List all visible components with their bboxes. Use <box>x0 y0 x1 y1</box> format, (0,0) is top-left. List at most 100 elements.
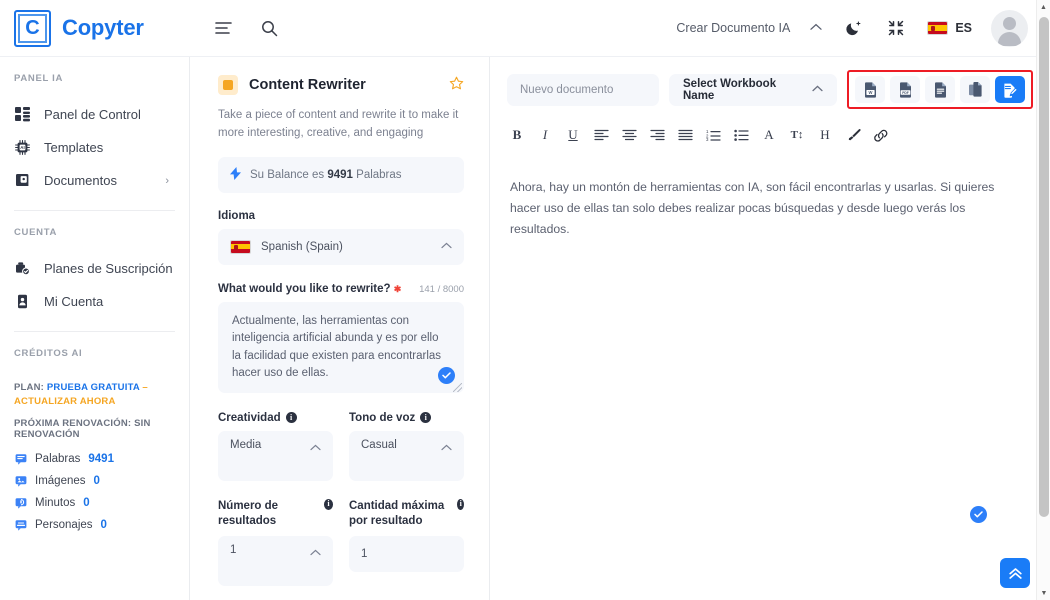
workbook-label: Select Workbook Name <box>683 77 777 102</box>
align-justify-button[interactable] <box>675 124 695 146</box>
rewriter-badge-icon <box>218 75 238 95</box>
sidebar-item-planes-de-suscripcion[interactable]: Planes de Suscripción <box>0 252 189 285</box>
creativity-field: Creatividad i Media <box>218 412 333 499</box>
check-badge-icon[interactable] <box>970 506 987 523</box>
menu-collapse-icon[interactable] <box>211 16 235 40</box>
credit-value: 0 <box>100 519 107 531</box>
credits-section: CRÉDITOS AI PLAN: PRUEBA GRATUITA – ACTU… <box>0 348 189 532</box>
brand-zone[interactable]: C Copyter <box>0 0 190 56</box>
chevron-up-icon <box>812 84 823 95</box>
chevron-up-icon <box>310 443 321 454</box>
sidebar-item-mi-cuenta[interactable]: Mi Cuenta <box>0 285 189 318</box>
check-badge-icon[interactable] <box>438 366 455 384</box>
italic-button[interactable]: I <box>535 124 555 146</box>
tool-description: Take a piece of content and rewrite it t… <box>218 109 459 139</box>
credit-name: Palabras <box>35 453 81 465</box>
info-icon[interactable]: i <box>285 412 297 424</box>
results-row: Número de resultados i 1 Cantidad máxima… <box>218 498 464 600</box>
credit-value: 0 <box>83 497 90 509</box>
font-color-button[interactable]: A <box>759 124 779 146</box>
tone-field: Tono de voz i Casual <box>349 412 464 499</box>
align-left-button[interactable] <box>591 124 611 146</box>
document-content: Ahora, hay un montón de herramientas con… <box>510 180 995 236</box>
scrollbar-up-arrow[interactable]: ▲ <box>1037 0 1050 14</box>
sidebar-divider-2 <box>14 331 175 332</box>
chevron-right-icon: › <box>165 174 169 187</box>
document-panel: Select Workbook Name W PDF <box>490 57 1036 600</box>
copy-document-button[interactable] <box>960 76 990 103</box>
sidebar-item-label: Documentos <box>44 173 117 188</box>
plan-name: PRUEBA GRATUITA <box>46 382 140 393</box>
language-selector[interactable]: ES <box>927 21 972 35</box>
credit-row-palabras: Palabras 9491 <box>14 453 175 466</box>
underline-button[interactable]: U <box>563 124 583 146</box>
num-results-label: Número de resultados i <box>218 498 333 529</box>
plan-prefix: PLAN: <box>14 382 47 393</box>
sidebar-item-label: Planes de Suscripción <box>44 261 173 276</box>
creativity-select[interactable]: Media <box>218 430 333 481</box>
rewrite-label-row: What would you like to rewrite? ✱ 141 / … <box>218 283 464 295</box>
ordered-list-button[interactable]: 123 <box>703 124 723 146</box>
star-icon[interactable] <box>449 76 464 95</box>
create-document-dropdown[interactable]: Crear Documento IA <box>676 21 822 35</box>
highlight-button[interactable] <box>843 124 863 146</box>
resize-handle[interactable] <box>453 382 462 392</box>
top-right-actions: Crear Documento IA ES <box>676 9 1036 47</box>
moon-icon[interactable] <box>841 16 865 40</box>
balance-text: Su Balance es 9491 Palabras <box>250 169 402 181</box>
creativity-tone-row: Creatividad i Media Tono de voz i Casual <box>218 412 464 499</box>
export-text-button[interactable] <box>925 76 955 103</box>
words-icon <box>14 453 27 466</box>
heading-button[interactable]: H <box>815 124 835 146</box>
credit-row-minutos: Minutos 0 <box>14 497 175 510</box>
max-per-result-label-text: Cantidad máxima por resultado <box>349 499 445 527</box>
app-root: C Copyter Crear Documento IA ES PANEL IA… <box>0 0 1036 600</box>
fullscreen-exit-icon[interactable] <box>884 16 908 40</box>
body-row: PANEL IA Panel de Control AI Templates D… <box>0 57 1036 600</box>
bold-button[interactable]: B <box>507 124 527 146</box>
sidebar-item-templates[interactable]: AI Templates <box>0 131 189 164</box>
language-select[interactable]: Spanish (Spain) <box>218 228 464 265</box>
format-toolbar: B I U 123 A T↕ H <box>490 119 1036 155</box>
scrollbar-thumb[interactable] <box>1039 17 1049 517</box>
spain-flag-icon <box>927 21 949 35</box>
align-center-button[interactable] <box>619 124 639 146</box>
plan-upgrade-link[interactable]: ACTUALIZAR AHORA <box>14 396 116 407</box>
chevron-up-icon <box>310 548 321 559</box>
required-mark: ✱ <box>393 283 402 294</box>
tone-select[interactable]: Casual <box>349 430 464 481</box>
link-button[interactable] <box>871 124 891 146</box>
search-icon[interactable] <box>257 16 281 40</box>
sidebar-item-documentos[interactable]: Documentos › <box>0 164 189 197</box>
document-editor[interactable]: Ahora, hay un montón de herramientas con… <box>490 155 1036 600</box>
num-results-select[interactable]: 1 <box>218 535 333 586</box>
info-icon[interactable]: i <box>323 498 333 510</box>
avatar[interactable] <box>991 9 1028 47</box>
rewrite-textarea-wrap: Actualmente, las herramientas con inteli… <box>218 301 464 393</box>
language-code: ES <box>955 21 972 35</box>
scroll-to-top-button[interactable] <box>1000 558 1030 588</box>
text-size-button[interactable]: T↕ <box>787 124 807 146</box>
workbook-select[interactable]: Select Workbook Name <box>669 73 837 106</box>
page-scrollbar[interactable]: ▲ ▼ <box>1036 0 1050 600</box>
scrollbar-down-arrow[interactable]: ▼ <box>1037 586 1050 600</box>
save-document-button[interactable] <box>995 76 1025 103</box>
balance-suffix: Palabras <box>352 168 402 181</box>
tone-value: Casual <box>361 438 397 451</box>
info-icon[interactable]: i <box>457 498 464 510</box>
rewrite-textarea[interactable]: Actualmente, las herramientas con inteli… <box>218 301 464 393</box>
max-per-result-field: Cantidad máxima por resultado i 1 <box>349 498 464 600</box>
bullet-list-button[interactable] <box>731 124 751 146</box>
sidebar-item-panel-de-control[interactable]: Panel de Control <box>0 98 189 131</box>
max-per-result-input[interactable]: 1 <box>349 535 464 572</box>
document-name-input[interactable] <box>507 73 659 106</box>
balance-banner: Su Balance es 9491 Palabras <box>218 156 464 193</box>
info-icon[interactable]: i <box>420 412 432 424</box>
align-right-button[interactable] <box>647 124 667 146</box>
num-results-label-text: Número de resultados <box>218 499 279 527</box>
credits-heading: CRÉDITOS AI <box>14 348 83 359</box>
export-word-button[interactable]: W <box>855 76 885 103</box>
tool-panel: Content Rewriter Take a piece of content… <box>190 57 490 600</box>
export-pdf-button[interactable]: PDF <box>890 76 920 103</box>
credit-row-imagenes: Imágenes 0 <box>14 475 175 488</box>
